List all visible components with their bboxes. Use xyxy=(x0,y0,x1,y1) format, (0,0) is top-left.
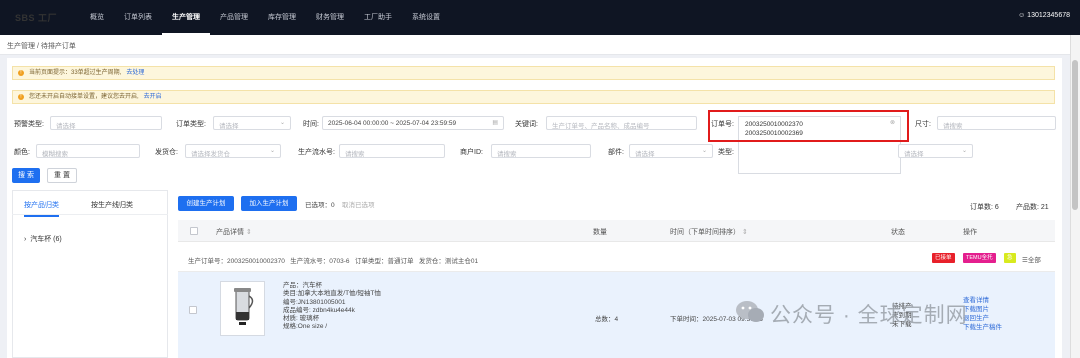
chevron-down-icon: ⌄ xyxy=(961,148,967,154)
watermark-text: 公众号 · 全球定制网 xyxy=(770,304,968,327)
col-action: 操作 xyxy=(963,229,977,236)
color-label: 颜色: xyxy=(14,149,30,156)
view-detail-link[interactable]: 查看详情 xyxy=(963,296,1002,305)
warning-type-select[interactable]: 请选择 xyxy=(50,116,162,130)
product-spec: 规格:One size / xyxy=(283,323,328,331)
col-time[interactable]: 时间（下单时间排序） ⇕ xyxy=(670,227,748,237)
size-input[interactable]: 请搜索 xyxy=(937,116,1056,130)
product-sku: 成品编号: zdbn4ku4e44k xyxy=(283,306,355,314)
cup-image-icon xyxy=(234,288,254,325)
order-number: 生产订单号：2003250010002370 xyxy=(188,258,285,265)
nav-inventory[interactable]: 库存管理 xyxy=(258,0,306,35)
tab-by-line[interactable]: 按生产线归类 xyxy=(91,200,133,210)
user-menu[interactable]: ☺ 13012345678 xyxy=(1018,12,1070,19)
order-no-highlight xyxy=(708,110,909,142)
nav-production[interactable]: 生产管理 xyxy=(162,0,210,35)
table-header xyxy=(178,220,1055,242)
product-category: 类目:加拿大本地直发/T恤/短袖T恤 xyxy=(283,290,381,298)
keyword-label: 关键词: xyxy=(515,121,538,128)
return-production-link[interactable]: 退回生产 xyxy=(963,314,1002,323)
notice-overdue: ! 当前页面提示：33单超过生产周期, 去处理 xyxy=(12,66,1055,80)
product-details: 产品：汽车杯 类目:加拿大本地直发/T恤/短袖T恤 编号:JN138010050… xyxy=(283,282,381,332)
sort-icon: ⇕ xyxy=(741,229,748,236)
ship-warehouse-label: 发货仓: xyxy=(155,149,178,156)
date-range-input[interactable]: 2025-06-04 00:00:00 ~ 2025-07-04 23:59:5… xyxy=(322,116,504,130)
nav-products[interactable]: 产品管理 xyxy=(210,0,258,35)
user-icon: ☺ xyxy=(1018,12,1026,19)
row-checkbox[interactable] xyxy=(189,306,197,314)
chevron-down-icon: ⌄ xyxy=(279,120,285,126)
merchant-label: 商户ID: xyxy=(460,149,483,156)
warning-icon: ! xyxy=(18,94,24,100)
calendar-icon: ▤ xyxy=(492,120,498,126)
product-code: 编号:JN13801005001 xyxy=(283,298,346,306)
badge-urgent: 急 xyxy=(1004,253,1016,263)
tree-item-car-cup[interactable]: › 汽车杯 (6) xyxy=(24,234,62,244)
order-type-label: 订单类型: xyxy=(176,121,206,128)
wechat-icon xyxy=(735,300,765,324)
row-actions: 查看详情 下载图片 退回生产 下载生产稿件 xyxy=(963,296,1002,332)
notice-text: 当前页面提示：33单超过生产周期, xyxy=(29,70,122,76)
time-label: 时间: xyxy=(303,121,319,128)
serial-input[interactable]: 请搜索 xyxy=(339,144,445,158)
search-button[interactable]: 搜 索 xyxy=(12,168,40,183)
cancel-selection-link[interactable]: 取消已选项 xyxy=(342,199,375,209)
notice-text: 您还未开启自动接单设置，建议您去开启, xyxy=(29,94,139,100)
product-count: 产品数: 21 xyxy=(1016,204,1049,211)
reset-button[interactable]: 重 置 xyxy=(47,168,77,183)
main-nav: 概览 订单列表 生产管理 产品管理 库存管理 财务管理 工厂助手 系统设置 xyxy=(80,0,450,35)
nav-finance[interactable]: 财务管理 xyxy=(306,0,354,35)
size-label: 尺寸: xyxy=(915,121,931,128)
badge-temu: TEMU全托 xyxy=(963,253,996,263)
notice-link[interactable]: 去开启 xyxy=(144,94,162,100)
notice-auto-accept: ! 您还未开启自动接单设置，建议您去开启, 去开启 xyxy=(12,90,1055,104)
breadcrumb: 生产管理 / 待排产订单 xyxy=(0,35,1070,55)
parts-select[interactable]: 请选择 ⌄ xyxy=(629,144,713,158)
parts-label: 部件: xyxy=(608,149,624,156)
tab-divider xyxy=(12,214,168,215)
notice-link[interactable]: 去处理 xyxy=(126,70,144,76)
download-image-link[interactable]: 下载图片 xyxy=(963,305,1002,314)
order-info: 生产订单号：2003250010002370 生产流水号：0703-6 订单类型… xyxy=(188,255,478,265)
keyword-input[interactable]: 生产订单号、产品名称、成品编号 xyxy=(546,116,697,130)
order-serial: 生产流水号：0703-6 xyxy=(290,258,350,265)
product-qty: 总数：4 xyxy=(595,316,619,323)
select-all-checkbox[interactable] xyxy=(190,227,198,235)
nav-settings[interactable]: 系统设置 xyxy=(402,0,450,35)
user-phone: 13012345678 xyxy=(1027,12,1070,19)
app-logo[interactable]: SBS 工厂 xyxy=(15,11,57,24)
nav-overview[interactable]: 概览 xyxy=(80,0,114,35)
sort-icon: ⇕ xyxy=(245,229,252,236)
category-select[interactable]: 请选择 ⌄ xyxy=(898,144,973,158)
serial-label: 生产流水号: xyxy=(298,149,335,156)
selection-count: 已选项：0 xyxy=(305,202,335,209)
chevron-right-icon: › xyxy=(24,236,27,243)
add-plan-button[interactable]: 加入生产计划 xyxy=(241,196,297,211)
nav-orders[interactable]: 订单列表 xyxy=(114,0,162,35)
col-status: 状态 xyxy=(891,229,905,236)
category-label: 类型: xyxy=(718,149,734,156)
color-input[interactable]: 模糊搜索 xyxy=(36,144,140,158)
chevron-down-icon: ⌄ xyxy=(701,148,707,154)
order-type: 订单类型：普通订单 xyxy=(354,258,414,265)
order-warehouse: 发货仓：测试主仓01 xyxy=(418,258,479,265)
scrollbar-thumb[interactable] xyxy=(1072,60,1078,210)
chevron-down-icon: ⌄ xyxy=(269,148,275,154)
warning-type-label: 预警类型: xyxy=(14,121,44,128)
order-type-select[interactable]: 请选择 ⌄ xyxy=(213,116,291,130)
ship-warehouse-select[interactable]: 请选择发货仓 ⌄ xyxy=(185,144,281,158)
nav-assistant[interactable]: 工厂助手 xyxy=(354,0,402,35)
col-product[interactable]: 产品详情 ⇕ xyxy=(216,227,252,237)
download-draft-link[interactable]: 下载生产稿件 xyxy=(963,323,1002,332)
product-image[interactable] xyxy=(220,281,265,336)
warning-icon: ! xyxy=(18,70,24,76)
create-plan-button[interactable]: 创建生产计划 xyxy=(178,196,234,211)
badge-accepted: 已接单 xyxy=(932,253,955,263)
col-qty: 数量 xyxy=(593,229,607,236)
merchant-input[interactable]: 请搜索 xyxy=(491,144,591,158)
order-count: 订单数: 6 xyxy=(970,204,999,211)
show-all-toggle[interactable]: ☰全部 xyxy=(1022,254,1041,264)
